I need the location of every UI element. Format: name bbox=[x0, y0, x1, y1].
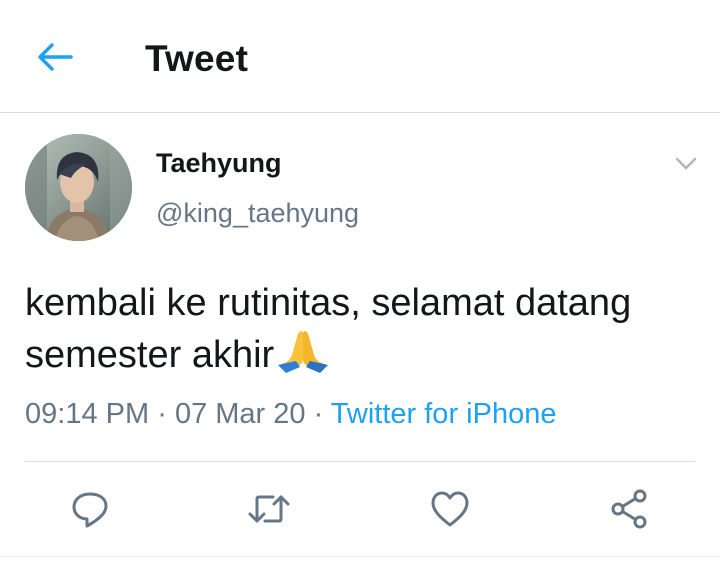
tweet-date: 07 Mar 20 bbox=[174, 398, 306, 430]
meta-separator-2: · bbox=[313, 398, 324, 430]
back-button[interactable] bbox=[30, 34, 80, 80]
author-name[interactable]: Taehyung bbox=[156, 148, 282, 179]
action-bar bbox=[0, 478, 720, 540]
divider bbox=[25, 461, 695, 462]
bottom-divider bbox=[0, 556, 720, 557]
tweet-meta: 09:14 PM · 07 Mar 20 · Twitter for iPhon… bbox=[25, 398, 556, 431]
tweet-source-link[interactable]: Twitter for iPhone bbox=[331, 398, 557, 430]
avatar[interactable] bbox=[25, 134, 132, 241]
share-icon bbox=[611, 489, 647, 529]
tweet-options-button[interactable] bbox=[670, 150, 702, 178]
reply-icon bbox=[72, 492, 108, 528]
folded-hands-emoji bbox=[276, 329, 330, 387]
page-title: Tweet bbox=[145, 38, 249, 79]
tweet-time: 09:14 PM bbox=[25, 398, 150, 430]
meta-separator: · bbox=[157, 398, 167, 430]
tweet-text: kembali ke rutinitas, selamat datang sem… bbox=[25, 278, 685, 387]
author-handle[interactable]: @king_taehyung bbox=[156, 198, 359, 229]
reply-button[interactable] bbox=[67, 486, 113, 532]
like-button[interactable] bbox=[427, 486, 473, 532]
profile-photo bbox=[25, 134, 132, 241]
arrow-left-icon bbox=[38, 43, 73, 71]
heart-icon bbox=[431, 491, 469, 527]
top-bar: Tweet bbox=[0, 0, 720, 113]
share-button[interactable] bbox=[606, 486, 652, 532]
retweet-icon bbox=[248, 495, 290, 523]
chevron-down-icon bbox=[675, 157, 697, 170]
tweet-detail-screen: Tweet Taehyung @king_taehyung kembali ke… bbox=[0, 0, 720, 569]
retweet-button[interactable] bbox=[246, 486, 292, 532]
